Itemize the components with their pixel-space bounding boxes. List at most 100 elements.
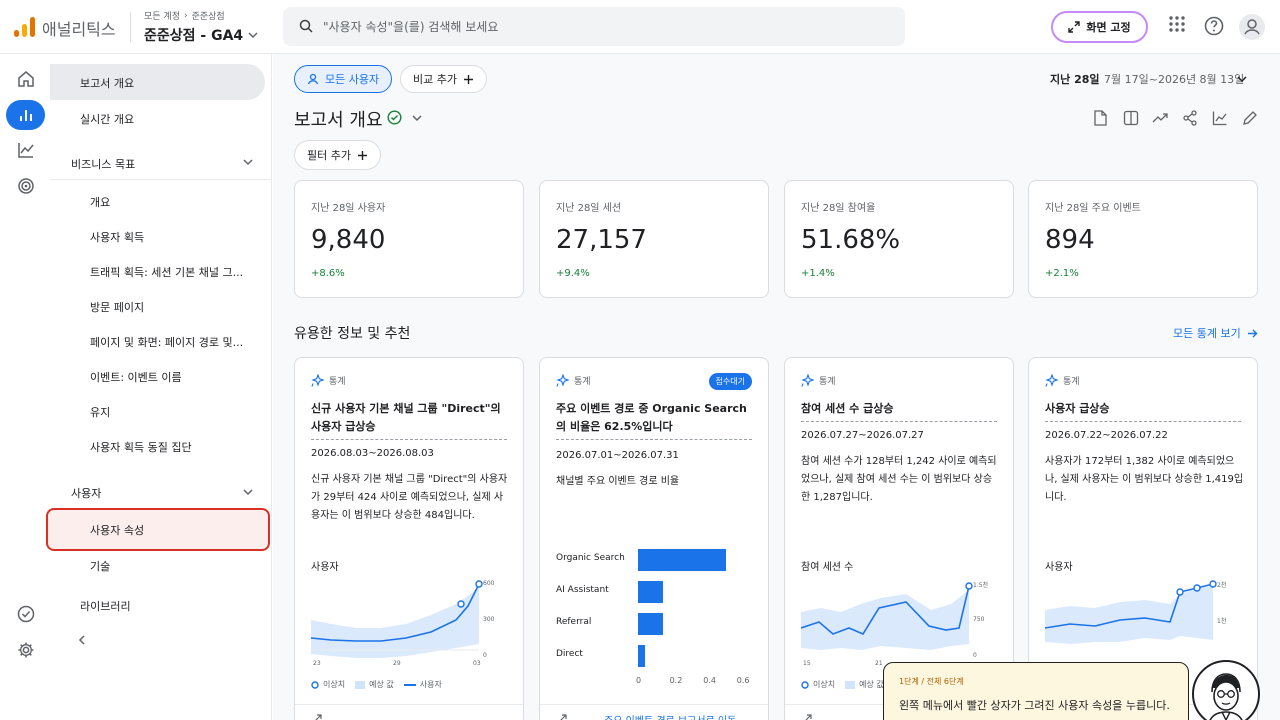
all-users-chip[interactable]: 모든 사용자 bbox=[294, 65, 393, 93]
account-avatar-icon[interactable] bbox=[1239, 14, 1265, 40]
card-footer-divider bbox=[540, 704, 768, 705]
insight-card-direct-users[interactable]: 통계 신규 사용자 기본 채널 그룹 "Direct"의 사용자 급상승 202… bbox=[294, 357, 524, 720]
date-range-label[interactable]: 지난 28일 bbox=[1050, 71, 1100, 87]
header-divider bbox=[130, 12, 131, 42]
insight-date: 2026.07.01~2026.07.31 bbox=[556, 450, 679, 461]
bar-axis-tick: 0.2 bbox=[669, 676, 683, 685]
legend-users: 사용자 bbox=[403, 680, 442, 689]
explore-icon[interactable] bbox=[14, 138, 38, 162]
breadcrumb[interactable]: 모든 계정 › 준준상점 bbox=[144, 9, 225, 23]
bar-category-label: Direct bbox=[556, 649, 583, 659]
see-all-insights-link[interactable]: 모든 통계 보기 bbox=[1173, 325, 1258, 341]
y-tick: 1천 bbox=[1217, 618, 1227, 625]
y-tick: 1.5천 bbox=[973, 582, 989, 589]
verified-check-icon bbox=[387, 110, 402, 125]
apps-grid-icon[interactable] bbox=[1168, 15, 1186, 33]
compare-icon[interactable] bbox=[1123, 110, 1139, 126]
sidebar-item-tech[interactable]: 기술 bbox=[90, 558, 110, 574]
chevron-down-icon[interactable] bbox=[242, 486, 254, 498]
document-icon[interactable] bbox=[1093, 110, 1108, 126]
chart-legend: 이상치 예상 값 사용자 bbox=[311, 679, 442, 690]
arrow-right-icon bbox=[1247, 328, 1258, 339]
y-tick: 0 bbox=[483, 652, 487, 659]
sidebar-item-acquisition-cohort[interactable]: 사용자 획득 동질 집단 bbox=[90, 439, 192, 455]
sparkle-icon bbox=[556, 374, 569, 387]
title-chevron-icon[interactable] bbox=[411, 112, 423, 124]
kpi-change: +1.4% bbox=[801, 268, 835, 279]
bar-axis-tick: 0.4 bbox=[703, 676, 716, 685]
sidebar-divider bbox=[50, 179, 272, 180]
x-tick: 03 bbox=[473, 660, 481, 667]
sidebar-item-overview[interactable]: 개요 bbox=[90, 194, 110, 210]
help-icon[interactable] bbox=[1204, 16, 1224, 36]
edit-pencil-icon[interactable] bbox=[1242, 110, 1258, 126]
open-report-icon[interactable] bbox=[558, 713, 568, 720]
search-bar[interactable] bbox=[283, 7, 905, 46]
open-report-icon[interactable] bbox=[313, 713, 323, 720]
kpi-card-engagement-rate[interactable]: 지난 28일 참여율 51.68% +1.4% bbox=[784, 180, 1014, 298]
legend-expected: 예상 값 bbox=[355, 679, 394, 690]
kpi-card-sessions[interactable]: 지난 28일 세션 27,157 +9.4% bbox=[539, 180, 769, 298]
kpi-change: +2.1% bbox=[1045, 268, 1079, 279]
chevron-right-icon: › bbox=[183, 10, 188, 21]
y-tick: 0 bbox=[973, 652, 977, 659]
analytics-logo-icon bbox=[14, 17, 36, 37]
sparkle-icon bbox=[311, 374, 324, 387]
breadcrumb-account: 모든 계정 bbox=[144, 12, 180, 22]
bar-organic-search bbox=[638, 549, 726, 571]
insight-tag: 통계 bbox=[556, 374, 591, 387]
bar-category-label: Referral bbox=[556, 617, 592, 627]
kpi-card-key-events[interactable]: 지난 28일 주요 이벤트 894 +2.1% bbox=[1028, 180, 1258, 298]
insight-metric-label: 사용자 bbox=[311, 562, 339, 573]
reports-nav-button[interactable] bbox=[6, 100, 45, 130]
expand-icon bbox=[1068, 21, 1081, 33]
x-tick: 15 bbox=[803, 660, 811, 667]
bar-axis-tick: 0.6 bbox=[736, 676, 750, 685]
pin-screen-button[interactable]: 화면 고정 bbox=[1051, 11, 1148, 43]
y-tick: 2천 bbox=[1217, 582, 1227, 589]
insight-tag: 통계 bbox=[801, 374, 836, 387]
sidebar-item-realtime-overview[interactable]: 실시간 개요 bbox=[80, 111, 134, 127]
sidebar-item-user-attributes[interactable]: 사용자 속성 bbox=[90, 522, 144, 538]
y-tick: 600 bbox=[483, 580, 495, 587]
advertising-icon[interactable] bbox=[14, 174, 38, 198]
tutorial-message: 왼쪽 메뉴에서 빨간 상자가 그려진 사용자 속성을 누릅니다. bbox=[899, 699, 1170, 712]
date-range-chevron-icon[interactable] bbox=[1236, 73, 1248, 85]
home-icon[interactable] bbox=[14, 67, 38, 91]
check-circle-icon[interactable] bbox=[14, 602, 38, 626]
add-filter-button[interactable]: 필터 추가 bbox=[294, 140, 381, 170]
settings-gear-icon[interactable] bbox=[14, 638, 38, 662]
kpi-change: +8.6% bbox=[311, 268, 345, 279]
insights-chart-icon[interactable] bbox=[1212, 110, 1228, 126]
sidebar-item-pages-screens[interactable]: 페이지 및 화면: 페이지 경로 및... bbox=[90, 334, 243, 350]
insight-card-organic-search[interactable]: 통계 접수대기 주요 이벤트 경로 중 Organic Search의 비율은 … bbox=[539, 357, 769, 720]
bar-chart-icon bbox=[18, 107, 34, 123]
sidebar-item-events[interactable]: 이벤트: 이벤트 이름 bbox=[90, 369, 182, 385]
plus-icon bbox=[357, 150, 368, 161]
date-range-value[interactable]: 7월 17일~2026년 8월 13일 bbox=[1104, 71, 1244, 87]
sidebar-item-library[interactable]: 라이브러리 bbox=[80, 598, 131, 614]
chevron-up-icon[interactable] bbox=[242, 156, 254, 168]
sidebar-item-retention[interactable]: 유지 bbox=[90, 404, 110, 420]
sidebar-item-traffic-acquisition[interactable]: 트래픽 획득: 세션 기본 채널 그... bbox=[90, 264, 243, 280]
share-icon[interactable] bbox=[1182, 110, 1198, 126]
sidebar-section-business-goals[interactable]: 비즈니스 목표 bbox=[71, 156, 135, 172]
search-input[interactable] bbox=[323, 16, 883, 38]
insight-date: 2026.07.22~2026.07.22 bbox=[1045, 430, 1168, 441]
open-report-icon[interactable] bbox=[803, 713, 813, 720]
sidebar-item-landing-page[interactable]: 방문 페이지 bbox=[90, 299, 144, 315]
trend-icon[interactable] bbox=[1152, 110, 1169, 126]
kpi-card-users[interactable]: 지난 28일 사용자 9,840 +8.6% bbox=[294, 180, 524, 298]
property-selector[interactable]: 준준상점 - GA4 bbox=[144, 25, 259, 45]
kpi-value: 9,840 bbox=[311, 225, 386, 255]
key-event-report-link[interactable]: 주요 이벤트 경로 보고서로 이동 bbox=[604, 712, 736, 720]
bar-direct bbox=[638, 645, 645, 667]
sidebar-section-user[interactable]: 사용자 bbox=[71, 485, 101, 501]
bar-referral bbox=[638, 613, 663, 635]
sidebar-item-report-overview[interactable]: 보고서 개요 bbox=[80, 75, 134, 91]
x-tick: 23 bbox=[313, 660, 321, 667]
insight-date: 2026.08.03~2026.08.03 bbox=[311, 448, 434, 459]
sidebar-item-user-acquisition[interactable]: 사용자 획득 bbox=[90, 229, 144, 245]
collapse-sidebar-icon[interactable] bbox=[76, 634, 88, 646]
add-comparison-button[interactable]: 비교 추가 bbox=[400, 65, 487, 93]
